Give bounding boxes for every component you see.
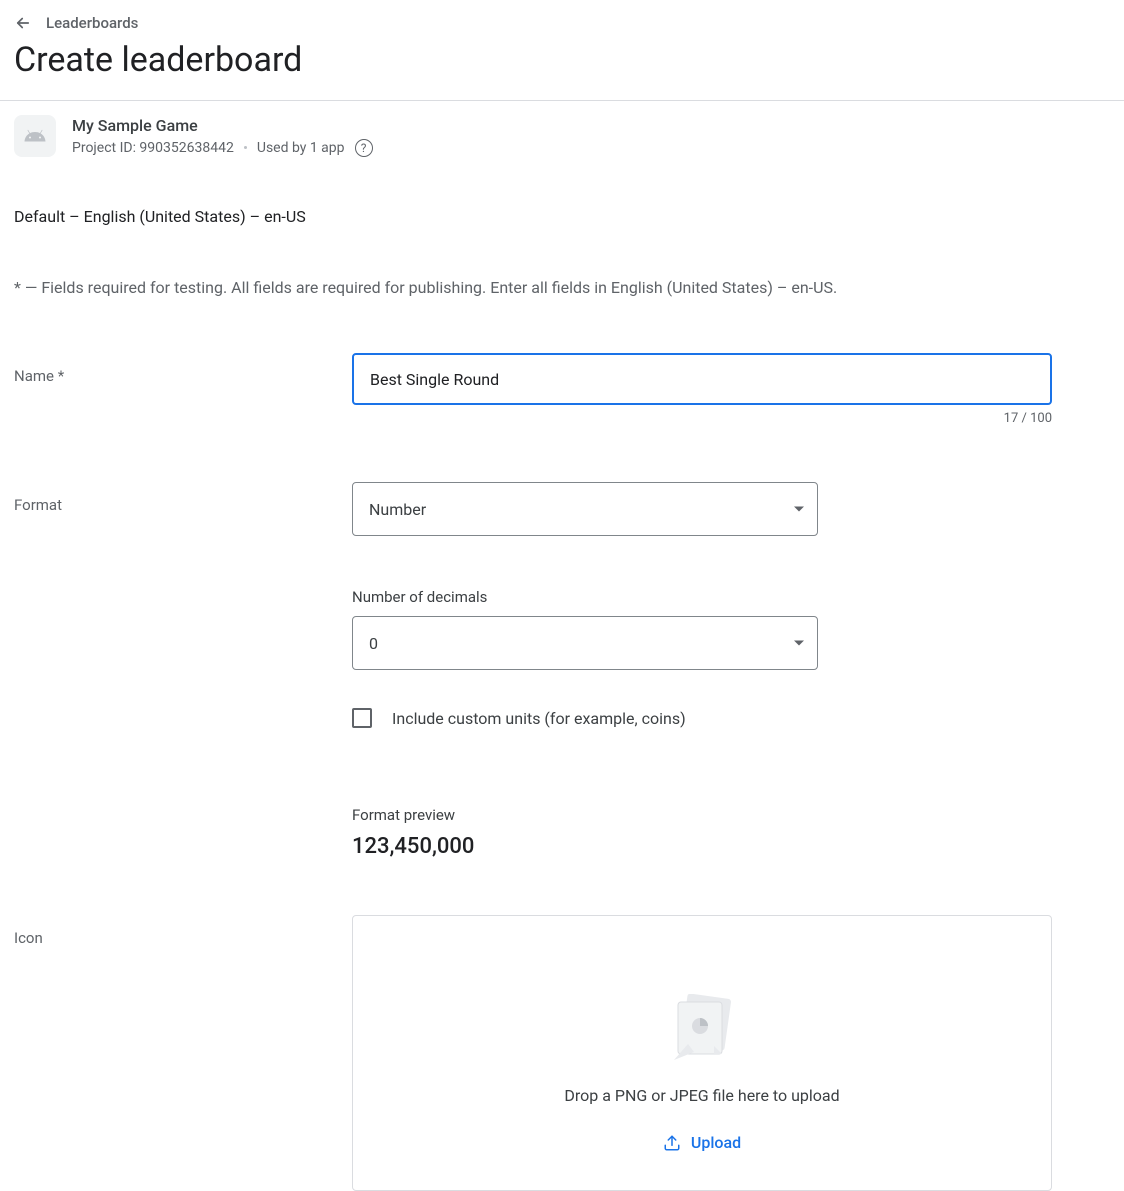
locale-line: Default – English (United States) – en-U… [14,207,1110,226]
separator-dot [244,146,247,149]
custom-units-checkbox[interactable] [352,708,372,728]
project-id: Project ID: 990352638442 [72,140,234,156]
back-arrow-icon[interactable] [14,14,32,32]
custom-units-label: Include custom units (for example, coins… [392,709,686,728]
name-label: Name * [14,353,352,385]
name-input[interactable] [352,353,1052,405]
icon-dropzone[interactable]: Drop a PNG or JPEG file here to upload U… [352,915,1052,1191]
decimals-label: Number of decimals [352,588,1052,606]
help-icon[interactable]: ? [355,139,373,157]
decimals-select[interactable] [352,616,818,670]
icon-label: Icon [14,915,352,947]
file-stack-icon [668,994,736,1066]
page-title: Create leaderboard [14,38,1110,82]
name-char-counter: 17 / 100 [352,411,1052,426]
breadcrumb-label: Leaderboards [46,14,138,32]
upload-label: Upload [691,1133,741,1152]
android-icon [14,115,56,157]
breadcrumb[interactable]: Leaderboards [14,14,1110,32]
dropzone-text: Drop a PNG or JPEG file here to upload [564,1086,839,1105]
format-select[interactable] [352,482,818,536]
upload-button[interactable]: Upload [651,1125,753,1160]
used-by: Used by 1 app [257,140,345,156]
format-preview-value: 123,450,000 [352,834,1052,859]
format-label: Format [14,482,352,514]
project-name: My Sample Game [72,116,373,135]
project-row: My Sample Game Project ID: 990352638442 … [0,101,1124,171]
format-preview-label: Format preview [352,806,1052,824]
upload-icon [663,1134,681,1152]
helper-line: * — Fields required for testing. All fie… [14,278,1110,297]
